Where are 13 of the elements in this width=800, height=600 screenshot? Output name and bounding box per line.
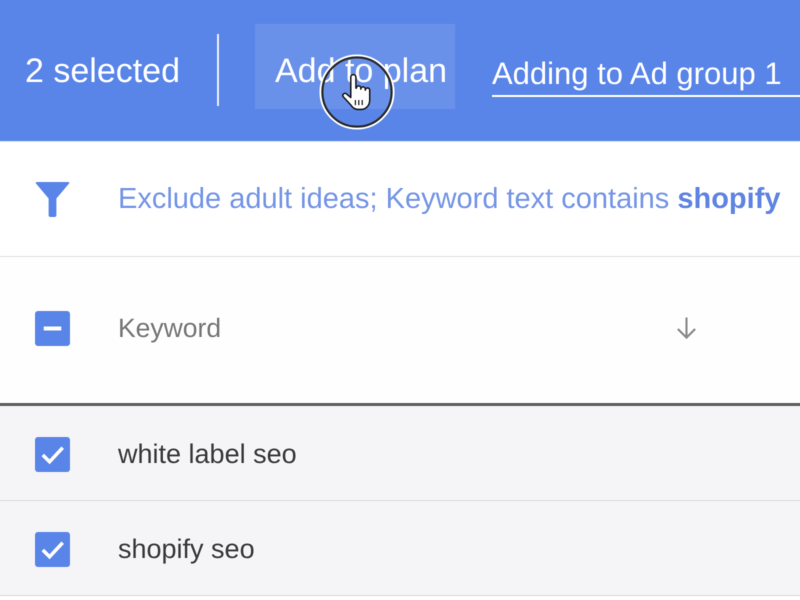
keyword-cell: shopify seo bbox=[118, 534, 255, 565]
filter-summary[interactable]: Exclude adult ideas; Keyword text contains shopify bbox=[118, 182, 780, 216]
keyword-cell: white label seo bbox=[118, 439, 297, 470]
sort-down-icon[interactable] bbox=[675, 316, 698, 340]
filter-icon[interactable] bbox=[35, 182, 70, 216]
ad-group-dropdown[interactable]: Adding to Ad group 1 bbox=[492, 48, 800, 96]
table-row[interactable]: white label seo bbox=[0, 406, 800, 501]
table-row[interactable]: shopify seo bbox=[0, 501, 800, 596]
column-header[interactable]: Keyword bbox=[118, 312, 675, 344]
select-all-checkbox[interactable] bbox=[35, 310, 70, 346]
row-checkbox[interactable] bbox=[35, 437, 70, 472]
selection-count: 2 selected bbox=[25, 50, 180, 90]
row-checkbox[interactable] bbox=[35, 532, 70, 567]
